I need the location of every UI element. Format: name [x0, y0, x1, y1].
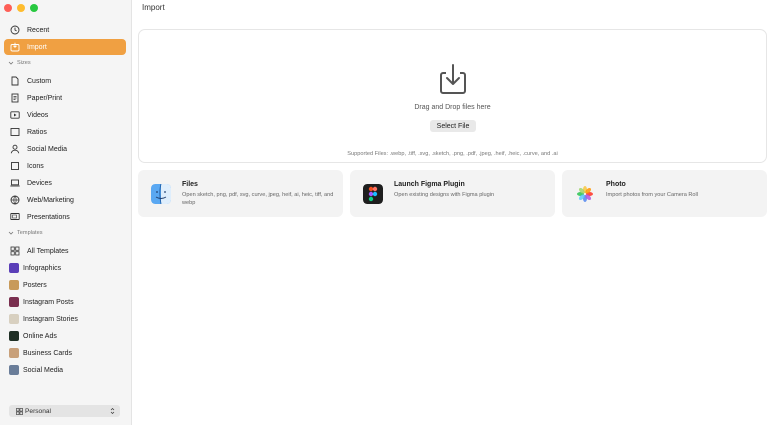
sidebar-item-label: Devices: [27, 179, 52, 187]
sidebar-item-infographics[interactable]: Infographics: [4, 260, 126, 276]
sidebar-item-paper-print[interactable]: Paper/Print: [4, 90, 126, 106]
sidebar-item-label: Social Media: [23, 366, 64, 374]
presentation-icon: [9, 212, 20, 223]
sizes-section-header[interactable]: Sizes: [8, 60, 31, 66]
card-title: Launch Figma Plugin: [394, 181, 465, 188]
files-card[interactable]: Files Open sketch, png, pdf, svg, curve,…: [138, 170, 343, 217]
sidebar-item-label: Web/Marketing: [27, 196, 74, 204]
online-ads-thumbnail: [9, 331, 19, 341]
laptop-icon: [9, 178, 20, 189]
person-icon: [9, 144, 20, 155]
sidebar-item-social-media-templates[interactable]: Social Media: [4, 362, 126, 378]
ratio-icon: [9, 127, 20, 138]
card-description: Open existing designs with Figma plugin: [394, 192, 495, 198]
sidebar-item-all-templates[interactable]: All Templates: [4, 243, 126, 259]
social-media-thumbnail: [9, 365, 19, 375]
chevron-down-icon: [8, 61, 14, 65]
square-icon: [9, 161, 20, 172]
grid-icon: [9, 246, 20, 257]
zoom-window-button[interactable]: [30, 4, 38, 12]
templates-section-header[interactable]: Templates: [8, 230, 43, 236]
sidebar-item-label: Import: [27, 43, 47, 51]
sidebar-item-import[interactable]: Import: [4, 39, 126, 55]
card-title: Photo: [606, 181, 626, 188]
sidebar-item-custom[interactable]: Custom: [4, 73, 126, 89]
posters-thumbnail: [9, 280, 19, 290]
sidebar-item-label: Icons: [27, 162, 44, 170]
drop-instructions: Drag and Drop files here: [414, 104, 491, 111]
chevron-updown-icon: [110, 408, 115, 414]
card-title: Files: [182, 181, 198, 188]
section-label: Sizes: [17, 60, 31, 66]
sidebar-item-videos[interactable]: Videos: [4, 107, 126, 123]
video-icon: [9, 110, 20, 121]
sidebar-item-label: Business Cards: [23, 349, 73, 357]
sidebar-item-social-media[interactable]: Social Media: [4, 141, 126, 157]
page-title: Import: [142, 3, 165, 12]
sidebar-item-label: Custom: [27, 77, 52, 85]
sidebar-item-label: Recent: [27, 26, 50, 34]
import-icon: [9, 42, 20, 53]
sidebar-item-business-cards[interactable]: Business Cards: [4, 345, 126, 361]
sidebar: Recent Import Sizes Custom Paper/Print V…: [0, 0, 132, 425]
finder-icon: [151, 184, 171, 204]
sidebar-item-label: All Templates: [27, 247, 69, 255]
close-window-button[interactable]: [4, 4, 12, 12]
minimize-window-button[interactable]: [17, 4, 25, 12]
drop-zone[interactable]: Drag and Drop files here Select File Sup…: [138, 29, 767, 163]
sidebar-item-icons[interactable]: Icons: [4, 158, 126, 174]
card-description: Import photos from your Camera Roll: [606, 192, 699, 198]
paper-icon: [9, 93, 20, 104]
download-tray-icon: [440, 64, 466, 94]
sidebar-item-recent[interactable]: Recent: [4, 22, 126, 38]
sidebar-item-label: Infographics: [23, 264, 62, 272]
sidebar-item-label: Videos: [27, 111, 49, 119]
section-label: Templates: [17, 230, 43, 236]
sidebar-item-instagram-stories[interactable]: Instagram Stories: [4, 311, 126, 327]
globe-icon: [9, 195, 20, 206]
card-description: Open sketch, png, pdf, svg, curve, jpeg,…: [182, 192, 334, 206]
supported-files-text: Supported Files: .webp, .tiff, .svg, .sk…: [347, 151, 558, 157]
select-file-button[interactable]: Select File: [430, 120, 476, 132]
sidebar-item-label: Ratios: [27, 128, 47, 136]
sidebar-item-label: Paper/Print: [27, 94, 63, 102]
sidebar-item-instagram-posts[interactable]: Instagram Posts: [4, 294, 126, 310]
business-cards-thumbnail: [9, 348, 19, 358]
document-icon: [9, 76, 20, 87]
sidebar-item-online-ads[interactable]: Online Ads: [4, 328, 126, 344]
sidebar-item-devices[interactable]: Devices: [4, 175, 126, 191]
window-controls: [4, 4, 38, 12]
sidebar-item-label: Online Ads: [23, 332, 57, 340]
photos-icon: [575, 184, 595, 204]
sidebar-item-ratios[interactable]: Ratios: [4, 124, 126, 140]
chevron-down-icon: [8, 231, 14, 235]
instagram-stories-thumbnail: [9, 314, 19, 324]
grid-icon: [16, 407, 23, 415]
sidebar-item-web-marketing[interactable]: Web/Marketing: [4, 192, 126, 208]
infographics-thumbnail: [9, 263, 19, 273]
clock-icon: [9, 25, 20, 36]
workspace-label: Personal: [25, 407, 52, 415]
sidebar-item-label: Instagram Posts: [23, 298, 74, 306]
launch-figma-plugin-card[interactable]: Launch Figma Plugin Open existing design…: [350, 170, 555, 217]
sidebar-item-label: Presentations: [27, 213, 70, 221]
sidebar-item-label: Social Media: [27, 145, 68, 153]
instagram-posts-thumbnail: [9, 297, 19, 307]
sidebar-item-posters[interactable]: Posters: [4, 277, 126, 293]
sidebar-item-label: Posters: [23, 281, 47, 289]
sidebar-item-label: Instagram Stories: [23, 315, 78, 323]
photo-card[interactable]: Photo Import photos from your Camera Rol…: [562, 170, 767, 217]
sidebar-item-presentations[interactable]: Presentations: [4, 209, 126, 225]
figma-icon: [363, 184, 383, 204]
workspace-selector[interactable]: Personal: [9, 405, 120, 417]
